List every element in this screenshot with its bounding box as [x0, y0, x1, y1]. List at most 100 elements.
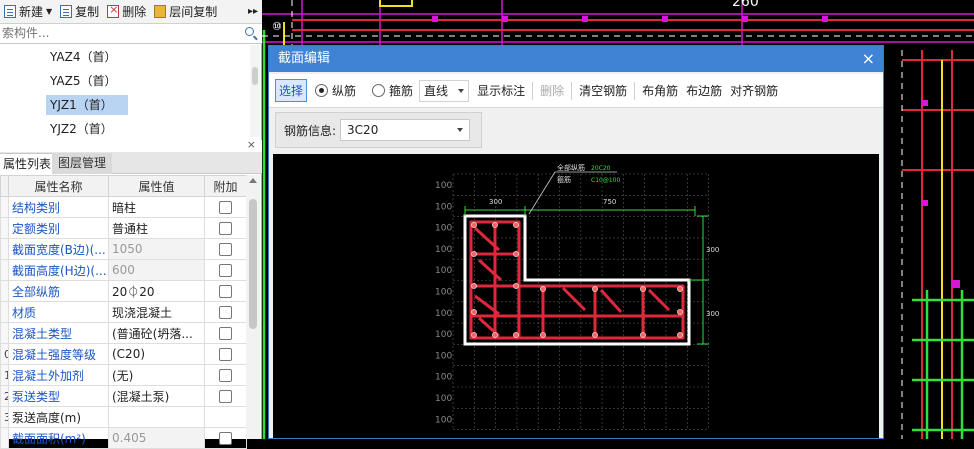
- table-row[interactable]: 截面高度(H边)(... 600: [0, 259, 247, 281]
- line-mode-select[interactable]: 直线: [419, 79, 470, 102]
- table-row[interactable]: 3泵送高度(m): [0, 406, 247, 428]
- property-name: 材质: [8, 301, 109, 323]
- dialog-title-bar[interactable]: 截面编辑 ×: [269, 46, 883, 72]
- property-value[interactable]: [108, 406, 205, 428]
- table-row[interactable]: 混凝土类型 (普通砼(坍落...: [0, 322, 247, 344]
- property-value[interactable]: (无): [108, 364, 205, 386]
- attach-checkbox[interactable]: [219, 327, 232, 340]
- delete-label: 删除: [122, 5, 147, 19]
- property-value: 0.405: [108, 427, 205, 449]
- table-row[interactable]: 0混凝土强度等级(C20): [0, 343, 247, 365]
- attach-checkbox[interactable]: [219, 201, 232, 214]
- tab-properties[interactable]: 属性列表: [0, 153, 59, 174]
- dialog-toolbar: 选择 纵筋 箍筋 直线 显示标注 删除 清空钢筋 布角筋 布边筋 对齐钢筋: [269, 74, 883, 108]
- corner-rebar-button[interactable]: 布角筋: [642, 82, 678, 99]
- row-number: 2: [0, 385, 9, 407]
- align-rebar-button[interactable]: 对齐钢筋: [730, 82, 778, 99]
- table-row[interactable]: 全部纵筋 20⏀20: [0, 280, 247, 302]
- layers-icon: [154, 5, 167, 18]
- cad-dimension-label: 260: [732, 0, 759, 10]
- attach-checkbox[interactable]: [219, 222, 232, 235]
- component-list-scrollbar[interactable]: [250, 45, 260, 137]
- steel-info-select[interactable]: 3C20: [340, 119, 471, 141]
- attach-checkbox[interactable]: [219, 285, 232, 298]
- dim-right-bottom: 300: [706, 310, 719, 318]
- row-number: [0, 259, 9, 281]
- select-button[interactable]: 选择: [275, 79, 308, 102]
- attach-checkbox[interactable]: [219, 369, 232, 382]
- table-row[interactable]: 结构类别 暗柱: [0, 196, 247, 218]
- long-bar-radio[interactable]: 纵筋: [315, 82, 356, 99]
- chevron-down-icon: ▼: [46, 7, 53, 16]
- tab-layers[interactable]: 图层管理: [52, 153, 113, 174]
- scrollbar-thumb[interactable]: [252, 67, 258, 85]
- annotation-all-bars-value: 20C20: [591, 165, 611, 172]
- edge-rebar-button[interactable]: 布边筋: [686, 82, 722, 99]
- table-row[interactable]: 截面宽度(B边)(... 1050: [0, 238, 247, 260]
- delete-rebar-button[interactable]: 删除: [540, 82, 564, 99]
- property-name: 截面面积(m²): [8, 427, 109, 449]
- grid-label: 100: [435, 224, 452, 234]
- section-canvas[interactable]: 1001001001001001001001001001001001001001…: [273, 154, 879, 438]
- chevron-down-icon: [458, 88, 465, 93]
- row-number: [0, 217, 9, 239]
- close-icon[interactable]: ×: [862, 46, 875, 72]
- row-number: 0: [0, 343, 9, 365]
- stirrup-label: 箍筋: [389, 84, 414, 98]
- grid-label: 100: [435, 245, 452, 255]
- grid-label: 100: [435, 351, 452, 361]
- row-number: [0, 301, 9, 323]
- property-value[interactable]: 现浇混凝土: [108, 301, 205, 323]
- property-value[interactable]: (普通砼(坍落...: [108, 322, 205, 344]
- dialog-title: 截面编辑: [278, 51, 331, 66]
- attach-checkbox[interactable]: [219, 264, 232, 277]
- copy-button[interactable]: 复制: [56, 1, 103, 23]
- list-item[interactable]: YJZ2（首）: [46, 119, 117, 137]
- floor-copy-button[interactable]: 层间复制: [150, 1, 221, 23]
- attach-checkbox[interactable]: [219, 390, 232, 403]
- grid-label: 100: [435, 309, 452, 319]
- floor-copy-label: 层间复制: [169, 5, 218, 19]
- table-row[interactable]: 截面面积(m²) 0.405: [0, 427, 247, 449]
- attach-checkbox[interactable]: [219, 243, 232, 256]
- scrollbar-thumb[interactable]: [249, 199, 257, 329]
- property-value[interactable]: 20⏀20: [108, 280, 205, 302]
- new-button[interactable]: 新建 ▼: [0, 1, 56, 23]
- row-number: [0, 238, 9, 260]
- property-value[interactable]: 普通柱: [108, 217, 205, 239]
- properties-scrollbar[interactable]: [246, 175, 260, 439]
- table-row[interactable]: 2泵送类型(混凝土泵): [0, 385, 247, 407]
- show-dimension-button[interactable]: 显示标注: [477, 82, 525, 99]
- component-toolbar: 新建 ▼ 复制 删除 层间复制 ▸▸: [0, 0, 262, 24]
- toolbar-overflow-button[interactable]: ▸▸: [248, 6, 262, 17]
- property-value[interactable]: (C20): [108, 343, 205, 365]
- copy-label: 复制: [75, 5, 100, 19]
- grid-label: 100: [435, 373, 452, 383]
- list-item[interactable]: YAZ5（首）: [46, 71, 120, 91]
- property-name: 截面高度(H边)(...: [8, 259, 109, 281]
- row-number: [0, 196, 9, 218]
- list-item-selected[interactable]: YJZ1（首）: [46, 95, 128, 115]
- scroll-up-icon[interactable]: [249, 178, 257, 183]
- property-value[interactable]: (混凝土泵): [108, 385, 205, 407]
- table-header: [0, 175, 9, 197]
- attach-checkbox[interactable]: [219, 306, 232, 319]
- property-name: 定额类别: [8, 217, 109, 239]
- stirrup-radio[interactable]: 箍筋: [372, 82, 413, 99]
- search-icon[interactable]: [245, 27, 254, 36]
- clear-rebar-button[interactable]: 清空钢筋: [579, 82, 627, 99]
- dim-right-top: 300: [706, 246, 719, 254]
- grid-label: 100: [435, 181, 452, 191]
- annotation-stirrup: 箍筋: [557, 175, 571, 184]
- property-value[interactable]: 暗柱: [108, 196, 205, 218]
- property-value: 600: [108, 259, 205, 281]
- search-input[interactable]: [0, 24, 230, 42]
- table-row[interactable]: 定额类别 普通柱: [0, 217, 247, 239]
- grid-label: 100: [435, 394, 452, 404]
- table-row[interactable]: 材质 现浇混凝土: [0, 301, 247, 323]
- list-item[interactable]: YAZ4（首）: [46, 47, 120, 67]
- attach-checkbox[interactable]: [219, 348, 232, 361]
- close-icon[interactable]: ×: [247, 138, 256, 151]
- table-row[interactable]: 1混凝土外加剂(无): [0, 364, 247, 386]
- delete-button[interactable]: 删除: [103, 1, 150, 23]
